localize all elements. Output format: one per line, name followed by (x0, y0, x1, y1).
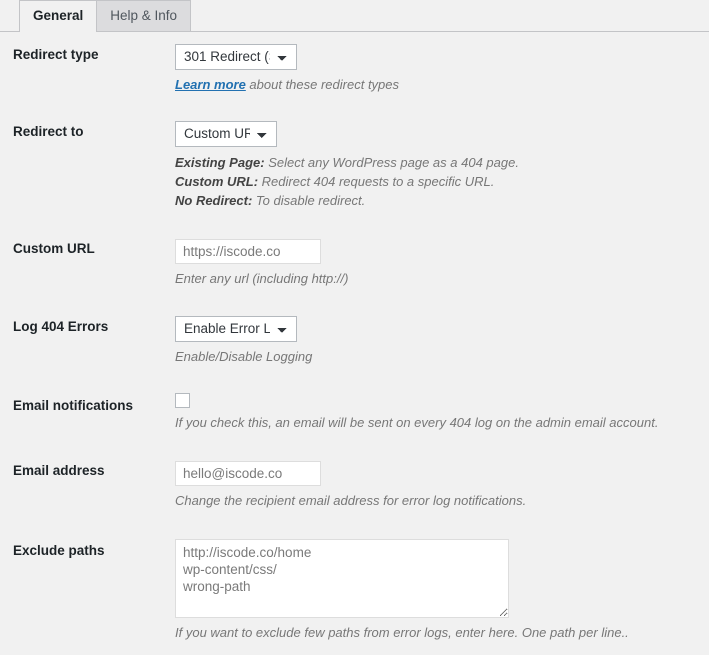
redirect-to-help-term: Existing Page: (175, 155, 265, 170)
label-log-404-errors: Log 404 Errors (13, 319, 109, 334)
redirect-type-help-text: Learn more about these redirect types (175, 75, 699, 94)
tab-help-and-info[interactable]: Help & Info (96, 0, 192, 31)
custom-url-input[interactable] (175, 239, 321, 264)
field-custom-url: Enter any url (including http://) (175, 223, 709, 301)
field-row-redirect-to: Redirect to Custom URL Existing Page: Se… (0, 107, 709, 223)
field-email-address: Change the recipient email address for e… (175, 445, 709, 523)
label-redirect-to: Redirect to (13, 124, 84, 139)
field-email-notifications: If you check this, an email will be sent… (175, 379, 709, 445)
learn-more-link[interactable]: Learn more (175, 77, 246, 92)
redirect-to-help-line: Existing Page: Select any WordPress page… (175, 153, 699, 172)
redirect-to-select[interactable]: Custom URL (175, 121, 277, 147)
label-email-address: Email address (13, 463, 105, 478)
redirect-to-help-body: Redirect 404 requests to a specific URL. (258, 174, 495, 189)
log-404-errors-select[interactable]: Enable Error Logs (175, 316, 297, 342)
redirect-type-select[interactable]: 301 Redirect (SEO) (175, 44, 297, 70)
custom-url-help-text: Enter any url (including http://) (175, 271, 349, 286)
field-log-404-errors: Enable Error Logs Enable/Disable Logging (175, 301, 709, 379)
label-redirect-type: Redirect type (13, 47, 99, 62)
redirect-to-help-body: To disable redirect. (252, 193, 366, 208)
field-row-custom-url: Custom URL Enter any url (including http… (0, 223, 709, 301)
field-exclude-paths: http://iscode.co/home wp-content/css/ wr… (175, 523, 709, 655)
field-redirect-to: Custom URL Existing Page: Select any Wor… (175, 107, 709, 223)
field-row-exclude-paths: Exclude paths http://iscode.co/home wp-c… (0, 523, 709, 655)
tab-general[interactable]: General (19, 0, 98, 32)
redirect-to-help-body: Select any WordPress page as a 404 page. (264, 155, 519, 170)
label-exclude-paths: Exclude paths (13, 543, 105, 558)
redirect-to-help-text: Existing Page: Select any WordPress page… (175, 153, 699, 210)
email-notifications-help-text: If you check this, an email will be sent… (175, 415, 659, 430)
field-redirect-type: 301 Redirect (SEO) Learn more about thes… (175, 32, 709, 107)
exclude-paths-help-text: If you want to exclude few paths from er… (175, 625, 629, 640)
label-custom-url: Custom URL (13, 241, 95, 256)
field-row-email-notifications: Email notifications If you check this, a… (0, 379, 709, 445)
field-row-email-address: Email address Change the recipient email… (0, 445, 709, 523)
email-notifications-checkbox[interactable] (175, 393, 190, 408)
redirect-to-help-line: No Redirect: To disable redirect. (175, 191, 699, 210)
redirect-to-help-term: Custom URL: (175, 174, 259, 189)
settings-tab-bar: General Help & Info (0, 0, 709, 32)
log-404-errors-help-text: Enable/Disable Logging (175, 349, 313, 364)
label-email-notifications: Email notifications (13, 398, 134, 413)
field-row-log-404-errors: Log 404 Errors Enable Error Logs Enable/… (0, 301, 709, 379)
redirect-to-help-term: No Redirect: (175, 193, 253, 208)
field-row-redirect-type: Redirect type 301 Redirect (SEO) Learn m… (0, 32, 709, 107)
exclude-paths-textarea[interactable]: http://iscode.co/home wp-content/css/ wr… (175, 539, 509, 618)
settings-form: Redirect type 301 Redirect (SEO) Learn m… (0, 32, 709, 655)
redirect-type-help-suffix: about these redirect types (245, 77, 400, 92)
email-address-input[interactable] (175, 461, 321, 486)
email-address-help-text: Change the recipient email address for e… (175, 493, 527, 508)
redirect-to-help-line: Custom URL: Redirect 404 requests to a s… (175, 172, 699, 191)
